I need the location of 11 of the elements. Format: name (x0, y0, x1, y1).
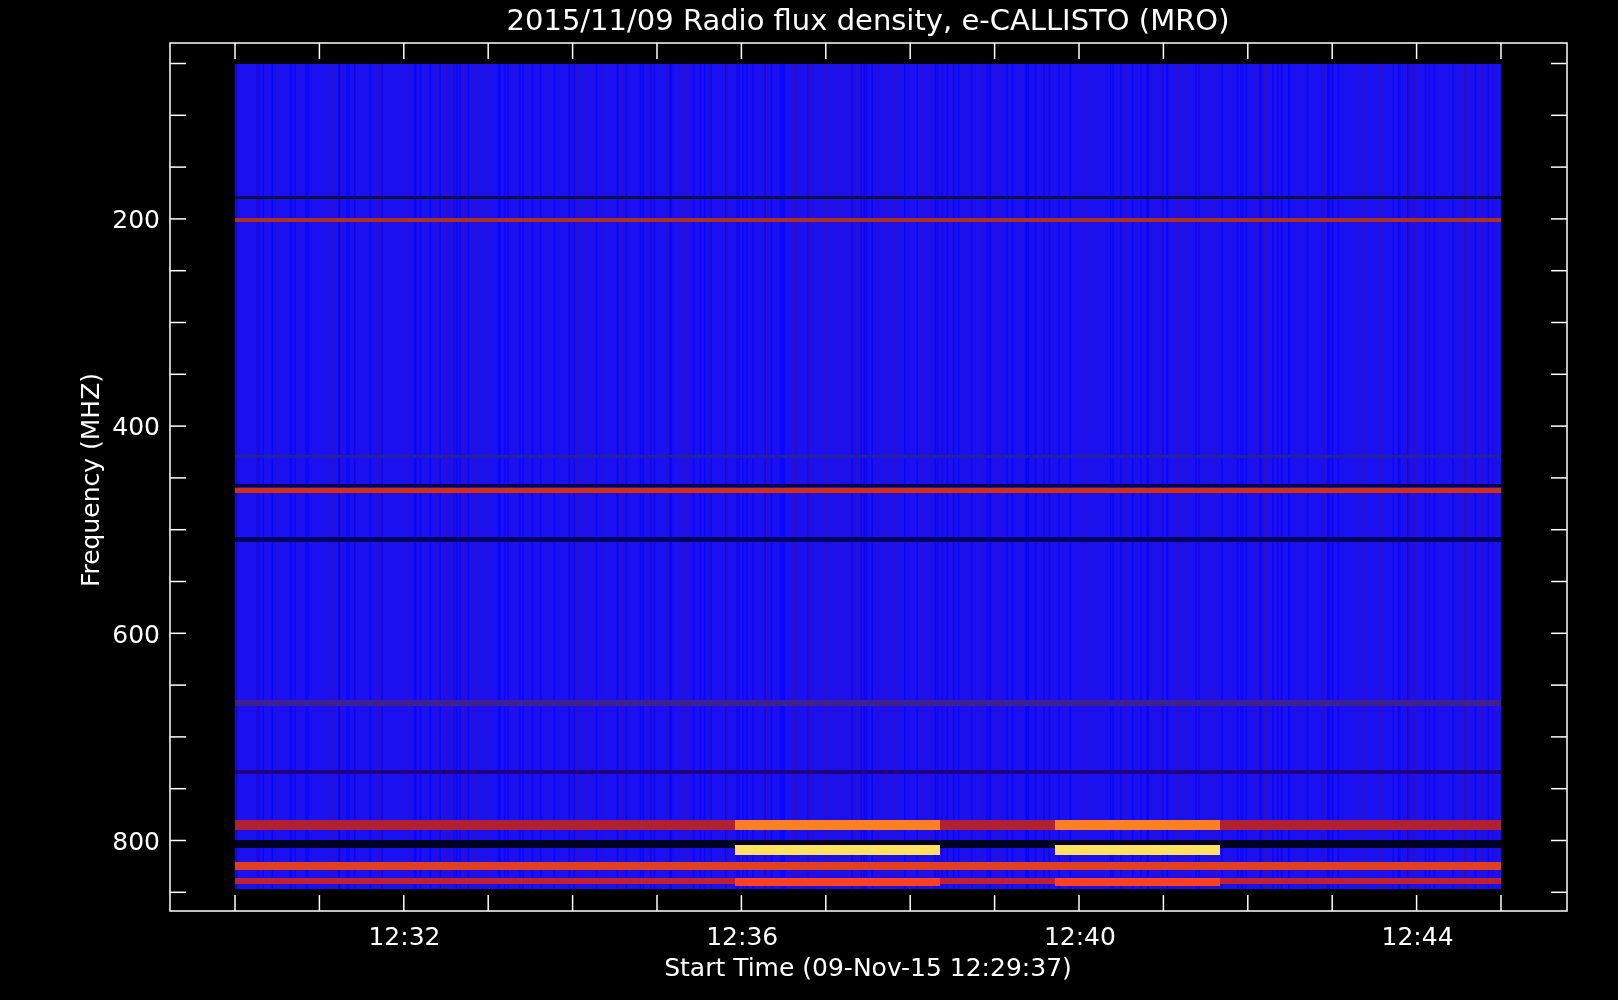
y-tick-label: 800 (112, 826, 160, 856)
x-tick-label: 12:40 (1043, 922, 1116, 951)
chart-title: 2015/11/09 Radio flux density, e-CALLISTO (MRO) (506, 3, 1230, 37)
x-tick-label: 12:44 (1381, 922, 1454, 951)
x-tick-label: 12:36 (706, 922, 779, 951)
x-axis-label: Start Time (09-Nov-15 12:29:37) (664, 953, 1072, 982)
y-tick-label: 600 (112, 619, 160, 649)
y-tick-label: 400 (112, 412, 160, 442)
x-tick-label: 12:32 (368, 922, 441, 951)
y-tick-label: 200 (112, 205, 160, 234)
y-axis-label: Frequency (MHZ) (76, 372, 105, 588)
